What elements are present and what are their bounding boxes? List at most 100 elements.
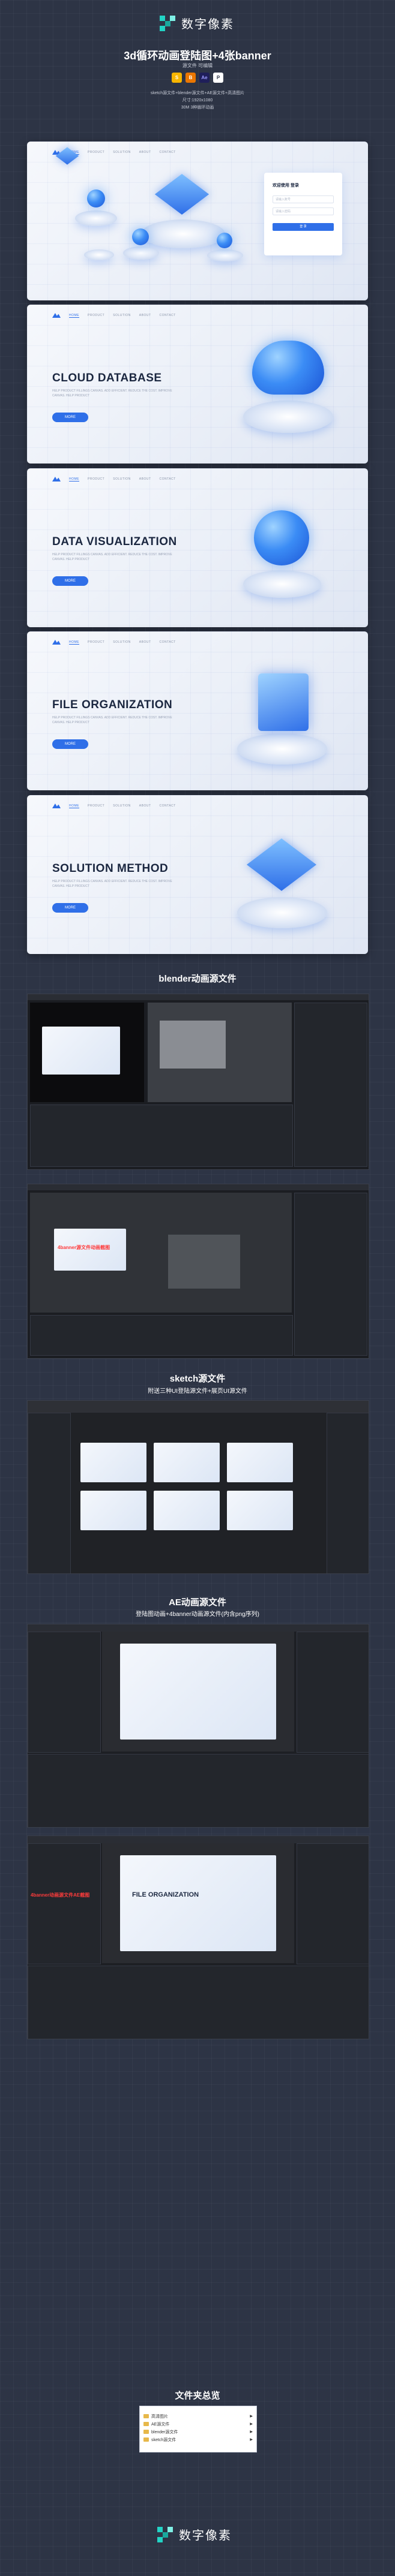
banner-description: HELP PRODUCT FILLINGS CANVAS. ADD EFFICI… <box>52 716 172 724</box>
viewport-left <box>30 1003 144 1102</box>
artboard-2[interactable] <box>154 1443 220 1482</box>
username-field[interactable]: 请输入账号 <box>273 195 334 203</box>
floating-cube-icon <box>55 147 79 167</box>
layers-panel <box>28 1413 71 1573</box>
footer-logo: 数字像素 <box>157 2526 232 2543</box>
artboard-5[interactable] <box>154 1491 220 1530</box>
page-subtitle: 源文件 可编辑 <box>182 63 213 68</box>
nav-item[interactable]: SOLUTION <box>113 477 131 481</box>
folder-icon <box>143 2430 149 2434</box>
banner-more-button[interactable]: MORE <box>52 739 88 749</box>
inspector-panel <box>327 1413 369 1573</box>
nav-item[interactable]: HOME <box>69 640 79 645</box>
nav-item[interactable]: PRODUCT <box>88 804 104 808</box>
nav-logo-icon <box>52 804 61 808</box>
banner-cloud-database: HOME PRODUCT SOLUTION ABOUT CONTACT CLOUD DA… <box>27 305 368 464</box>
chevron-right-icon: ▶ <box>250 2430 253 2434</box>
menu-bar <box>28 1836 369 1843</box>
banner-file-organization: HOME PRODUCT SOLUTION ABOUT CONTACT FILE ORG… <box>27 631 368 790</box>
ae-icon: Ae <box>199 73 210 83</box>
viewport-3d <box>148 1003 292 1102</box>
project-panel: 4banner动画源文件AE截图 <box>28 1843 101 1964</box>
nav-item[interactable]: SOLUTION <box>113 804 131 808</box>
ae-screenshot-2: 4banner动画源文件AE截图 FILE ORGANIZATION <box>27 1835 369 2039</box>
info-line: sketch源文件+blender源文件+AE源文件+高清图片 <box>150 91 245 95</box>
info-line: 尺寸:1920x1080 <box>182 98 213 103</box>
project-panel <box>28 1632 101 1753</box>
nav-item[interactable]: CONTACT <box>160 314 176 317</box>
ae-screenshot-1 <box>27 1624 369 1828</box>
nav-item[interactable]: SOLUTION <box>113 640 131 644</box>
artboard-3[interactable] <box>227 1443 293 1482</box>
nav-item[interactable]: HOME <box>69 804 79 808</box>
banner-more-button[interactable]: MORE <box>52 576 88 586</box>
banner-title: SOLUTION METHOD <box>52 862 169 875</box>
nav-item[interactable]: HOME <box>69 477 79 482</box>
banner-description: HELP PRODUCT FILLINGS CANVAS. ADD EFFICI… <box>52 389 172 398</box>
preview-banner-title: FILE ORGANIZATION <box>132 1891 199 1898</box>
brand-logo-icon <box>157 2526 173 2542</box>
timeline-panel <box>30 1315 293 1356</box>
nav-item[interactable]: ABOUT <box>139 477 151 481</box>
banner-description: HELP PRODUCT FILLINGS CANVAS. ADD EFFICI… <box>52 880 172 888</box>
nav-item[interactable]: CONTACT <box>160 640 176 644</box>
composition-viewer <box>102 1632 294 1752</box>
nav-item[interactable]: ABOUT <box>139 804 151 808</box>
brand-name: 数字像素 <box>181 18 234 31</box>
nav-item[interactable]: CONTACT <box>160 151 176 154</box>
png-icon: P <box>213 73 223 83</box>
banner-nav: HOME PRODUCT SOLUTION ABOUT CONTACT <box>52 477 176 482</box>
pedestal <box>237 733 327 765</box>
login-button[interactable]: 登 录 <box>273 223 334 231</box>
artboard-6[interactable] <box>227 1491 293 1530</box>
artboard-1[interactable] <box>80 1443 146 1482</box>
nav-item[interactable]: PRODUCT <box>88 640 104 644</box>
password-field[interactable]: 请输入密码 <box>273 207 334 215</box>
timeline-panel <box>30 1105 293 1167</box>
banner-title: FILE ORGANIZATION <box>52 699 173 711</box>
nav-item[interactable]: PRODUCT <box>88 151 104 154</box>
folder-icon <box>143 2422 149 2426</box>
user-orb-icon <box>217 233 232 248</box>
effects-panel <box>297 1632 369 1753</box>
nav-item[interactable]: PRODUCT <box>88 314 104 317</box>
menu-bar <box>28 1184 369 1190</box>
chart-orb-icon <box>132 228 149 245</box>
timeline-panel <box>28 1966 369 2039</box>
effects-panel <box>297 1843 369 1964</box>
artboard-4[interactable] <box>80 1491 146 1530</box>
folder-item[interactable]: blender源文件 ▶ <box>140 2428 256 2436</box>
nav-item[interactable]: CONTACT <box>160 477 176 481</box>
nav-item[interactable]: SOLUTION <box>113 314 131 317</box>
banner-more-button[interactable]: MORE <box>52 413 88 422</box>
banner-more-button[interactable]: MORE <box>52 903 88 913</box>
nav-item[interactable]: ABOUT <box>139 314 151 317</box>
pedestal <box>75 210 117 226</box>
blender-section-title: blender动画源文件 <box>158 974 237 984</box>
software-badges: S B Ae P <box>0 73 395 83</box>
blender-screenshot-2: 4banner源文件动画截图 <box>27 1184 369 1359</box>
nav-item[interactable]: SOLUTION <box>113 151 131 154</box>
nav-item[interactable]: PRODUCT <box>88 477 104 481</box>
nav-item[interactable]: ABOUT <box>139 640 151 644</box>
banner-data-visualization: HOME PRODUCT SOLUTION ABOUT CONTACT DATA VIS… <box>27 468 368 627</box>
nav-item[interactable]: HOME <box>69 314 79 318</box>
properties-panel <box>294 1003 367 1167</box>
folder-icon <box>143 2414 149 2418</box>
banner-nav: HOME PRODUCT SOLUTION ABOUT CONTACT <box>52 313 176 318</box>
menu-bar <box>28 1624 369 1632</box>
folder-section-title: 文件夹总览 <box>175 2391 220 2401</box>
folder-item[interactable]: 高清图片 ▶ <box>140 2412 256 2420</box>
nav-item[interactable]: CONTACT <box>160 804 176 808</box>
chevron-right-icon: ▶ <box>250 2422 253 2426</box>
folder-item[interactable]: sketch源文件 ▶ <box>140 2436 256 2443</box>
properties-panel <box>294 1193 367 1356</box>
menu-bar <box>28 994 369 1000</box>
cloud-icon <box>252 341 324 395</box>
viewport-3d: 4banner源文件动画截图 <box>30 1193 292 1313</box>
folder-item[interactable]: AE源文件 ▶ <box>140 2420 256 2428</box>
blender-icon: B <box>185 73 196 83</box>
nav-item[interactable]: ABOUT <box>139 151 151 154</box>
pedestal <box>237 897 327 928</box>
banner-title: CLOUD DATABASE <box>52 372 162 384</box>
